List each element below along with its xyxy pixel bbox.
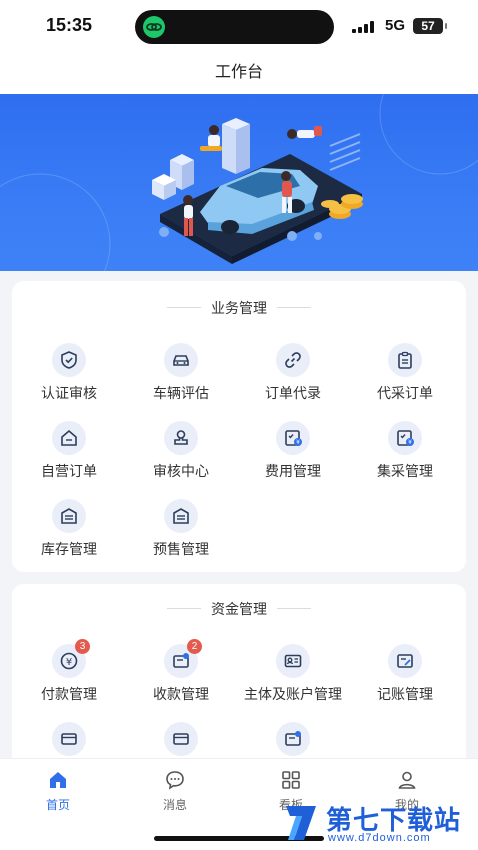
svg-text:¥: ¥ xyxy=(296,439,300,446)
warehouse-icon xyxy=(52,499,86,533)
item-more-1[interactable] xyxy=(13,722,125,756)
status-time: 15:35 xyxy=(46,15,93,35)
battery-icon: 57 xyxy=(413,18,447,34)
tab-messages[interactable]: 消息 xyxy=(115,769,235,813)
clipboard-icon xyxy=(388,343,422,377)
item-label: 付款管理 xyxy=(41,686,97,702)
item-label: 记账管理 xyxy=(377,686,433,702)
link-app-icon xyxy=(143,16,165,38)
status-bar: 15:35 5G 57 xyxy=(0,0,478,54)
business-card: 业务管理 认证审核 车辆评估 订单代录 代采订单 自营订单 审核中心 ¥ 费用管… xyxy=(12,281,466,572)
item-payment[interactable]: ¥ 3 付款管理 xyxy=(13,639,125,704)
dynamic-island xyxy=(135,10,334,44)
tab-home[interactable]: 首页 xyxy=(0,769,118,813)
watermark-url: www.d7down.com xyxy=(328,832,431,844)
banner[interactable] xyxy=(0,94,478,271)
navigation-bar: 工作台 xyxy=(0,54,478,94)
item-more-3[interactable] xyxy=(237,722,349,756)
stamp-icon xyxy=(164,421,198,455)
link-icon xyxy=(276,343,310,377)
item-receipt[interactable]: 2 收款管理 xyxy=(125,639,237,704)
signal-icon xyxy=(352,21,378,33)
message-icon xyxy=(166,771,184,790)
bill-icon: ¥ xyxy=(388,421,422,455)
network-type: 5G xyxy=(385,17,406,34)
watermark: 第七下载站 www.d7down.com xyxy=(282,796,478,850)
funds-card: 资金管理 ¥ 3 付款管理 2 收款管理 主体及账户管理 记账管理 xyxy=(12,584,466,774)
user-icon xyxy=(398,771,416,789)
item-label: 集采管理 xyxy=(377,463,433,479)
item-central-purchase[interactable]: ¥ 集采管理 xyxy=(349,421,461,481)
banner-illustration xyxy=(0,94,478,271)
item-label: 自营订单 xyxy=(41,463,97,479)
business-title: 业务管理 xyxy=(12,298,466,318)
funds-title: 资金管理 xyxy=(12,599,466,619)
item-label: 代采订单 xyxy=(377,385,433,401)
item-auth-review[interactable]: 认证审核 xyxy=(13,343,125,403)
item-more-2[interactable] xyxy=(125,722,237,756)
card-icon xyxy=(164,722,198,756)
item-label: 订单代录 xyxy=(265,385,321,401)
item-self-order[interactable]: 自营订单 xyxy=(13,421,125,481)
item-label: 库存管理 xyxy=(41,541,97,557)
card-icon xyxy=(52,722,86,756)
item-expense[interactable]: ¥ 费用管理 xyxy=(237,421,349,481)
tab-label: 首页 xyxy=(45,798,70,812)
receipt-badge: 2 xyxy=(187,639,202,654)
grid-icon xyxy=(282,771,300,789)
item-presale[interactable]: 预售管理 xyxy=(125,499,237,559)
item-entity-account[interactable]: 主体及账户管理 xyxy=(237,644,349,704)
tab-label: 消息 xyxy=(162,798,187,812)
page-title: 工作台 xyxy=(214,64,263,81)
payment-badge: 3 xyxy=(75,639,90,654)
svg-text:¥: ¥ xyxy=(66,657,72,668)
item-label: 费用管理 xyxy=(265,463,321,479)
shield-check-icon xyxy=(52,343,86,377)
item-bookkeeping[interactable]: 记账管理 xyxy=(349,644,461,704)
battery-level: 57 xyxy=(421,19,435,33)
item-label: 主体及账户管理 xyxy=(244,686,342,702)
car-icon xyxy=(164,343,198,377)
item-label: 认证审核 xyxy=(41,385,97,401)
svg-text:¥: ¥ xyxy=(408,439,412,446)
item-label: 审核中心 xyxy=(153,463,209,479)
warehouse-icon xyxy=(164,499,198,533)
item-label: 预售管理 xyxy=(153,541,209,557)
watermark-logo-icon xyxy=(286,806,316,840)
item-proxy-purchase[interactable]: 代采订单 xyxy=(349,343,461,403)
home-icon xyxy=(52,421,86,455)
item-review-center[interactable]: 审核中心 xyxy=(125,421,237,481)
item-vehicle-evaluation[interactable]: 车辆评估 xyxy=(125,343,237,403)
ledger-icon xyxy=(388,644,422,678)
id-card-icon xyxy=(276,644,310,678)
item-label: 车辆评估 xyxy=(153,385,209,401)
bill-icon: ¥ xyxy=(276,421,310,455)
item-label: 收款管理 xyxy=(153,686,209,702)
item-order-entry[interactable]: 订单代录 xyxy=(237,343,349,403)
item-inventory[interactable]: 库存管理 xyxy=(13,499,125,559)
wallet-icon xyxy=(276,722,310,756)
home-icon xyxy=(50,772,66,788)
